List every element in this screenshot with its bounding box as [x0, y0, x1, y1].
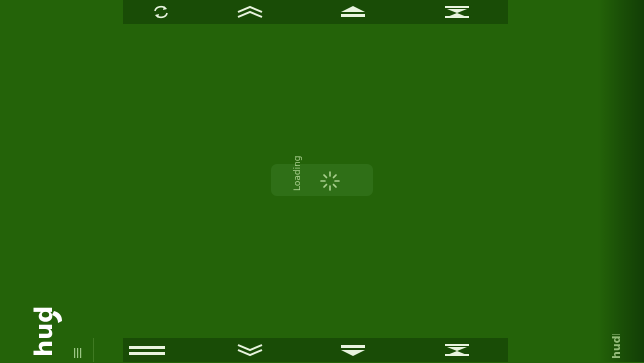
menu-button[interactable] [127, 338, 167, 362]
spinner-icon [318, 170, 342, 192]
hudl-watermark-icon: hudl [604, 332, 628, 359]
drawer-handle-icon[interactable] [70, 344, 84, 358]
top-toolbar [123, 0, 508, 24]
page-down-button[interactable] [333, 338, 373, 362]
chevron-down-icon [237, 344, 263, 357]
hudl-logo: hudl [20, 297, 68, 357]
svg-text:hudl: hudl [610, 334, 623, 358]
scroll-up-button[interactable] [230, 0, 270, 24]
collapse-icon [445, 6, 469, 18]
triangle-down-icon [341, 345, 365, 356]
expand-button[interactable] [437, 338, 477, 362]
refresh-icon [154, 5, 168, 19]
menu-icon [129, 346, 165, 355]
chevron-up-icon [237, 5, 263, 18]
triangle-up-icon [341, 6, 365, 17]
scroll-down-button[interactable] [230, 338, 270, 362]
loading-label: Loading [293, 155, 303, 191]
page-up-button[interactable] [333, 0, 373, 24]
hudl-logo-icon: hudl [30, 297, 62, 357]
expand-icon [445, 344, 469, 356]
collapse-button[interactable] [437, 0, 477, 24]
edge-shadow [598, 0, 644, 362]
refresh-button[interactable] [141, 0, 181, 24]
bottom-toolbar [123, 338, 508, 362]
